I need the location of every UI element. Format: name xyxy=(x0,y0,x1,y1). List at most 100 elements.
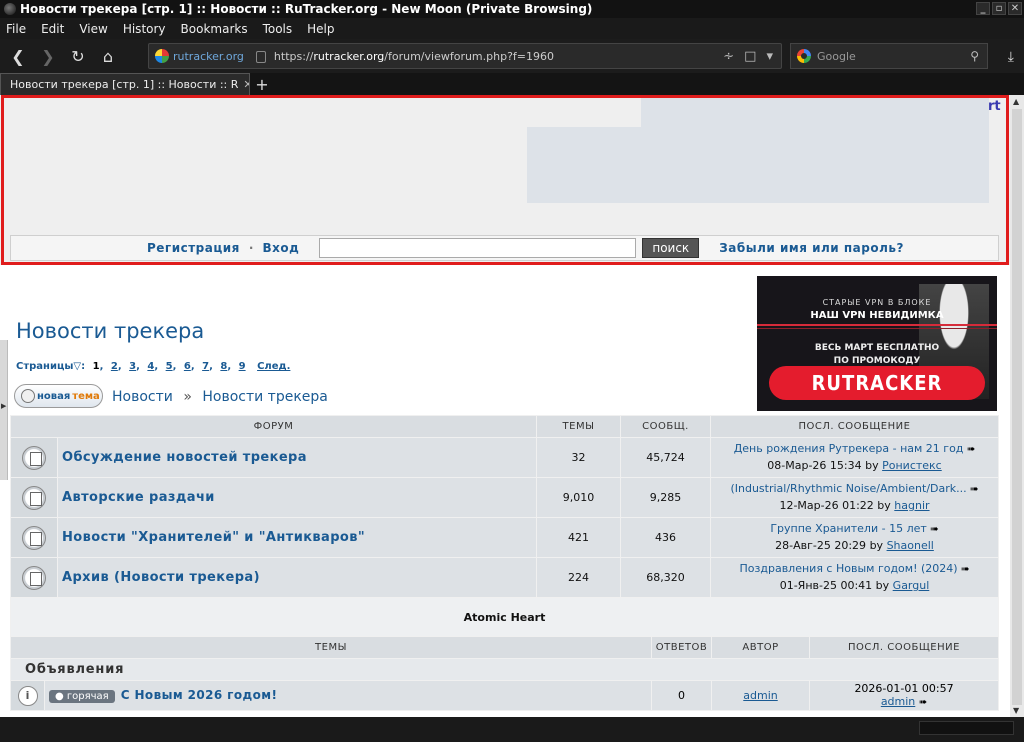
search-bar[interactable]: Google ⚲ xyxy=(790,43,988,69)
lock-icon[interactable] xyxy=(255,51,266,63)
scroll-down-icon[interactable]: ▼ xyxy=(1013,706,1019,715)
goto-last-icon[interactable]: ➠ xyxy=(930,524,938,535)
col-topics: ТЕМЫ xyxy=(536,415,621,438)
last-post-user[interactable]: Gargul xyxy=(893,579,930,592)
new-topic-button[interactable]: новая тема xyxy=(14,384,103,408)
last-post-title[interactable]: Поздравления с Новым годом! (2024) xyxy=(740,562,958,575)
forum-row: Авторские раздачи 9,010 9,285 (Industria… xyxy=(10,477,999,518)
new-tab-button[interactable]: + xyxy=(250,73,274,95)
page-link-3[interactable]: 3 xyxy=(129,361,136,372)
tab-title: Новости трекера [стр. 1] :: Новости :: R xyxy=(10,78,239,91)
pages-label[interactable]: Страницы xyxy=(16,361,73,372)
forum-link[interactable]: Авторские раздачи xyxy=(57,477,537,518)
menu-edit[interactable]: Edit xyxy=(41,22,64,36)
next-page-link[interactable]: След. xyxy=(257,361,290,372)
forum-icon xyxy=(22,486,46,510)
new-topic-label-a: новая xyxy=(37,390,71,402)
site-identity[interactable]: rutracker.org xyxy=(149,49,250,63)
page-link-2[interactable]: 2 xyxy=(111,361,118,372)
rss-icon[interactable]: ∻ xyxy=(723,49,734,64)
ad-banner[interactable]: СТАРЫЕ VPN В БЛОКЕ НАШ VPN НЕВИДИМКА ВЕС… xyxy=(757,276,997,411)
page-link-6[interactable]: 6 xyxy=(184,361,191,372)
atomic-heart-link[interactable]: Atomic Heart xyxy=(10,597,999,638)
topic-author[interactable]: admin xyxy=(711,680,810,711)
search-icon[interactable]: ⚲ xyxy=(970,49,979,63)
dropdown-icon[interactable]: ▾ xyxy=(766,49,773,64)
col-last-post: ПОСЛ. СООБЩЕНИЕ xyxy=(710,415,999,438)
url-bar[interactable]: rutracker.org https://rutracker.org/foru… xyxy=(148,43,782,69)
forum-link[interactable]: Архив (Новости трекера) xyxy=(57,557,537,598)
menu-bookmarks[interactable]: Bookmarks xyxy=(181,22,248,36)
forum-link[interactable]: Новости "Хранителей" и "Антикваров" xyxy=(57,517,537,558)
tab-active[interactable]: Новости трекера [стр. 1] :: Новости :: R… xyxy=(0,73,250,95)
menu-view[interactable]: View xyxy=(79,22,107,36)
page-scrollbar[interactable]: ▲ ▼ xyxy=(1010,95,1024,717)
reload-icon[interactable]: ↻ xyxy=(66,44,90,68)
page-link-7[interactable]: 7 xyxy=(202,361,209,372)
register-link[interactable]: Регистрация xyxy=(147,241,240,255)
page-link-5[interactable]: 5 xyxy=(166,361,173,372)
forum-table: ФОРУМ ТЕМЫ СООБЩ. ПОСЛ. СООБЩЕНИЕ Обсужд… xyxy=(10,415,999,638)
forum-last-post: Группе Хранители - 15 лет ➠ 28-Авг-25 20… xyxy=(710,517,999,558)
menu-tools[interactable]: Tools xyxy=(263,22,293,36)
login-link[interactable]: Вход xyxy=(262,241,299,255)
breadcrumb-news[interactable]: Новости xyxy=(112,389,173,405)
col-topic-last-post: ПОСЛ. СООБЩЕНИЕ xyxy=(809,636,999,659)
back-icon[interactable]: ❮ xyxy=(6,44,30,68)
last-post-user[interactable]: hagnir xyxy=(894,499,929,512)
section-row: Объявления xyxy=(10,658,999,681)
forum-last-post: (Industrial/Rhythmic Noise/Ambient/Dark.… xyxy=(710,477,999,518)
site-search-input[interactable] xyxy=(319,238,637,258)
nav-bar: ❮ ❯ ↻ ⌂ rutracker.org https://rutracker.… xyxy=(0,39,1024,73)
pages-dropdown-icon[interactable]: ▽ xyxy=(73,361,81,372)
side-panel-toggle[interactable]: ▶ xyxy=(0,340,8,480)
goto-last-icon[interactable]: ➠ xyxy=(961,564,969,575)
page-title[interactable]: Новости трекера xyxy=(16,319,204,343)
menu-file[interactable]: File xyxy=(6,22,26,36)
menu-help[interactable]: Help xyxy=(307,22,334,36)
page-current: 1 xyxy=(92,361,100,372)
last-post-title[interactable]: Группе Хранители - 15 лет xyxy=(770,522,926,535)
scroll-thumb[interactable] xyxy=(1012,109,1022,705)
scroll-up-icon[interactable]: ▲ xyxy=(1013,97,1019,106)
breadcrumb-tracker-news[interactable]: Новости трекера xyxy=(202,389,328,405)
by-label: by xyxy=(865,459,879,472)
topic-last-user[interactable]: admin xyxy=(881,695,915,708)
last-post-user[interactable]: Shaonell xyxy=(887,539,934,552)
menu-history[interactable]: History xyxy=(123,22,166,36)
close-tab-icon[interactable]: ✕ xyxy=(243,78,249,91)
page-link-9[interactable]: 9 xyxy=(239,361,246,372)
goto-last-icon[interactable]: ➠ xyxy=(919,697,927,708)
forum-icon xyxy=(22,566,46,590)
forum-last-post: День рождения Рутрекера - нам 21 год ➠ 0… xyxy=(710,437,999,478)
close-button[interactable]: ✕ xyxy=(1008,2,1022,15)
last-post-user[interactable]: Ронистекс xyxy=(882,459,942,472)
new-topic-icon xyxy=(21,389,35,403)
page-link-4[interactable]: 4 xyxy=(147,361,154,372)
forgot-password-link[interactable]: Забыли имя или пароль? xyxy=(719,241,904,255)
google-icon[interactable] xyxy=(797,49,811,63)
topic-link[interactable]: С Новым 2026 годом! xyxy=(121,688,278,702)
forum-row: Архив (Новости трекера) 224 68,320 Поздр… xyxy=(10,557,999,598)
url-prefix: https:// xyxy=(273,49,314,63)
download-icon[interactable]: ⤓ xyxy=(1008,49,1014,65)
last-post-title[interactable]: (Industrial/Rhythmic Noise/Ambient/Dark.… xyxy=(730,482,966,495)
page-link-8[interactable]: 8 xyxy=(220,361,227,372)
header-top-right-link[interactable]: rt xyxy=(988,99,1001,114)
forum-footer-row: Atomic Heart xyxy=(10,597,999,638)
site-search-button[interactable]: поиск xyxy=(642,238,700,258)
url-text[interactable]: https://rutracker.org/forum/viewforum.ph… xyxy=(274,50,723,63)
forum-link[interactable]: Обсуждение новостей трекера xyxy=(57,437,537,478)
topics-table: ТЕМЫ ОТВЕТОВ АВТОР ПОСЛ. СООБЩЕНИЕ Объяв… xyxy=(10,636,999,711)
maximize-button[interactable]: ▫ xyxy=(992,2,1006,15)
minimize-button[interactable]: _ xyxy=(976,2,990,15)
goto-last-icon[interactable]: ➠ xyxy=(970,484,978,495)
forum-topics: 224 xyxy=(536,557,621,598)
last-post-title[interactable]: День рождения Рутрекера - нам 21 год xyxy=(734,442,964,455)
home-icon[interactable]: ⌂ xyxy=(96,44,120,68)
forward-icon[interactable]: ❯ xyxy=(36,44,60,68)
pagination: Страницы▽: 1, 2, 3, 4, 5, 6, 7, 8, 9 Сле… xyxy=(16,361,291,372)
by-label: by xyxy=(877,499,891,512)
goto-last-icon[interactable]: ➠ xyxy=(967,444,975,455)
bookmark-icon[interactable]: □ xyxy=(744,49,756,64)
